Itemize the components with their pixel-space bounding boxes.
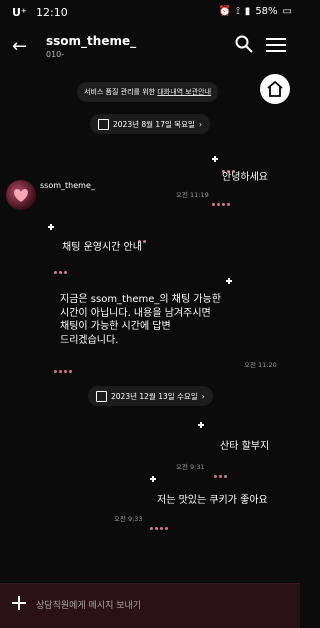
- message-text: 안녕하세요: [222, 172, 268, 183]
- message-time: 오전 11:19: [176, 191, 209, 199]
- message-time: 오전 11:20: [244, 361, 277, 369]
- message-time: 오전 9:33: [114, 515, 143, 523]
- sparkle-icon: [198, 422, 204, 428]
- alarm-icon: ⏰: [218, 6, 232, 17]
- status-icons: ⏰ ⟟ ▮ 58% ▭: [219, 6, 292, 17]
- sparkle-icon: [150, 476, 156, 482]
- hamburger-menu-icon[interactable]: [266, 38, 286, 52]
- date-text: 2023년 8월 17일 목요일: [113, 119, 195, 129]
- message-text: 산타 할부지: [220, 441, 270, 452]
- heart-icon: [14, 189, 28, 202]
- chat-subtitle: 010-: [46, 50, 65, 59]
- sparkle-decoration: [54, 259, 69, 274]
- battery-icon: ▭: [282, 6, 292, 17]
- sparkle-icon: [212, 156, 218, 162]
- message-input-placeholder[interactable]: 상담직원에게 메시지 보내기: [36, 598, 141, 611]
- message-text: 지금은 ssom_theme_의 채팅 가능한 시간이 아닙니다. 내용을 남겨…: [60, 294, 221, 346]
- calendar-icon: [96, 390, 107, 402]
- chevron-right-icon: ›: [198, 119, 202, 129]
- sparkle-decoration: [212, 191, 232, 206]
- app-header: ← ssom_theme_ 010-: [0, 28, 300, 68]
- chevron-right-icon: ›: [201, 391, 205, 401]
- message-input-bar[interactable]: 상담직원에게 메시지 보내기: [0, 583, 300, 628]
- sparkle-icon: [48, 224, 54, 230]
- battery-percent: 58%: [255, 6, 278, 17]
- carrier-label: U⁺: [12, 6, 27, 19]
- sparkle-decoration: [54, 358, 74, 373]
- chat-title: ssom_theme_: [46, 34, 137, 48]
- notice-text: 서비스 품질 관리를 위한: [84, 88, 156, 96]
- sparkle-decoration: [214, 463, 229, 478]
- notice-link[interactable]: 대화내역 보관안내: [157, 87, 211, 97]
- message-time: 오전 9:31: [176, 463, 205, 471]
- avatar[interactable]: [6, 180, 36, 210]
- privacy-notice: 서비스 품질 관리를 위한 대화내역 보관안내: [77, 82, 219, 102]
- date-separator[interactable]: 2023년 8월 17일 목요일 ›: [90, 114, 210, 134]
- status-time: 12:10: [36, 6, 68, 19]
- wifi-icon: ⟟: [236, 6, 240, 17]
- calendar-icon: [98, 118, 109, 130]
- search-icon[interactable]: [234, 34, 254, 54]
- plus-icon[interactable]: [12, 596, 26, 610]
- home-button[interactable]: [260, 74, 290, 104]
- message-text: 저는 맛있는 쿠키가 좋아요: [157, 495, 268, 506]
- sparkle-decoration: [222, 158, 237, 173]
- sparkle-decoration: [150, 515, 170, 530]
- date-text: 2023년 12월 13일 수요일: [111, 391, 198, 401]
- home-icon: [267, 80, 283, 97]
- date-separator[interactable]: 2023년 12월 13일 수요일 ›: [88, 386, 213, 406]
- status-bar: U⁺ 12:10 ⏰ ⟟ ▮ 58% ▭: [0, 0, 300, 28]
- arrow-left-icon[interactable]: ←: [12, 36, 27, 57]
- sender-name: ssom_theme_: [40, 181, 95, 190]
- message-text: 채팅 운영시간 안내: [62, 242, 142, 253]
- signal-icon: ▮: [244, 6, 251, 17]
- sparkle-icon: [226, 278, 232, 284]
- sparkle-decoration: [138, 228, 148, 243]
